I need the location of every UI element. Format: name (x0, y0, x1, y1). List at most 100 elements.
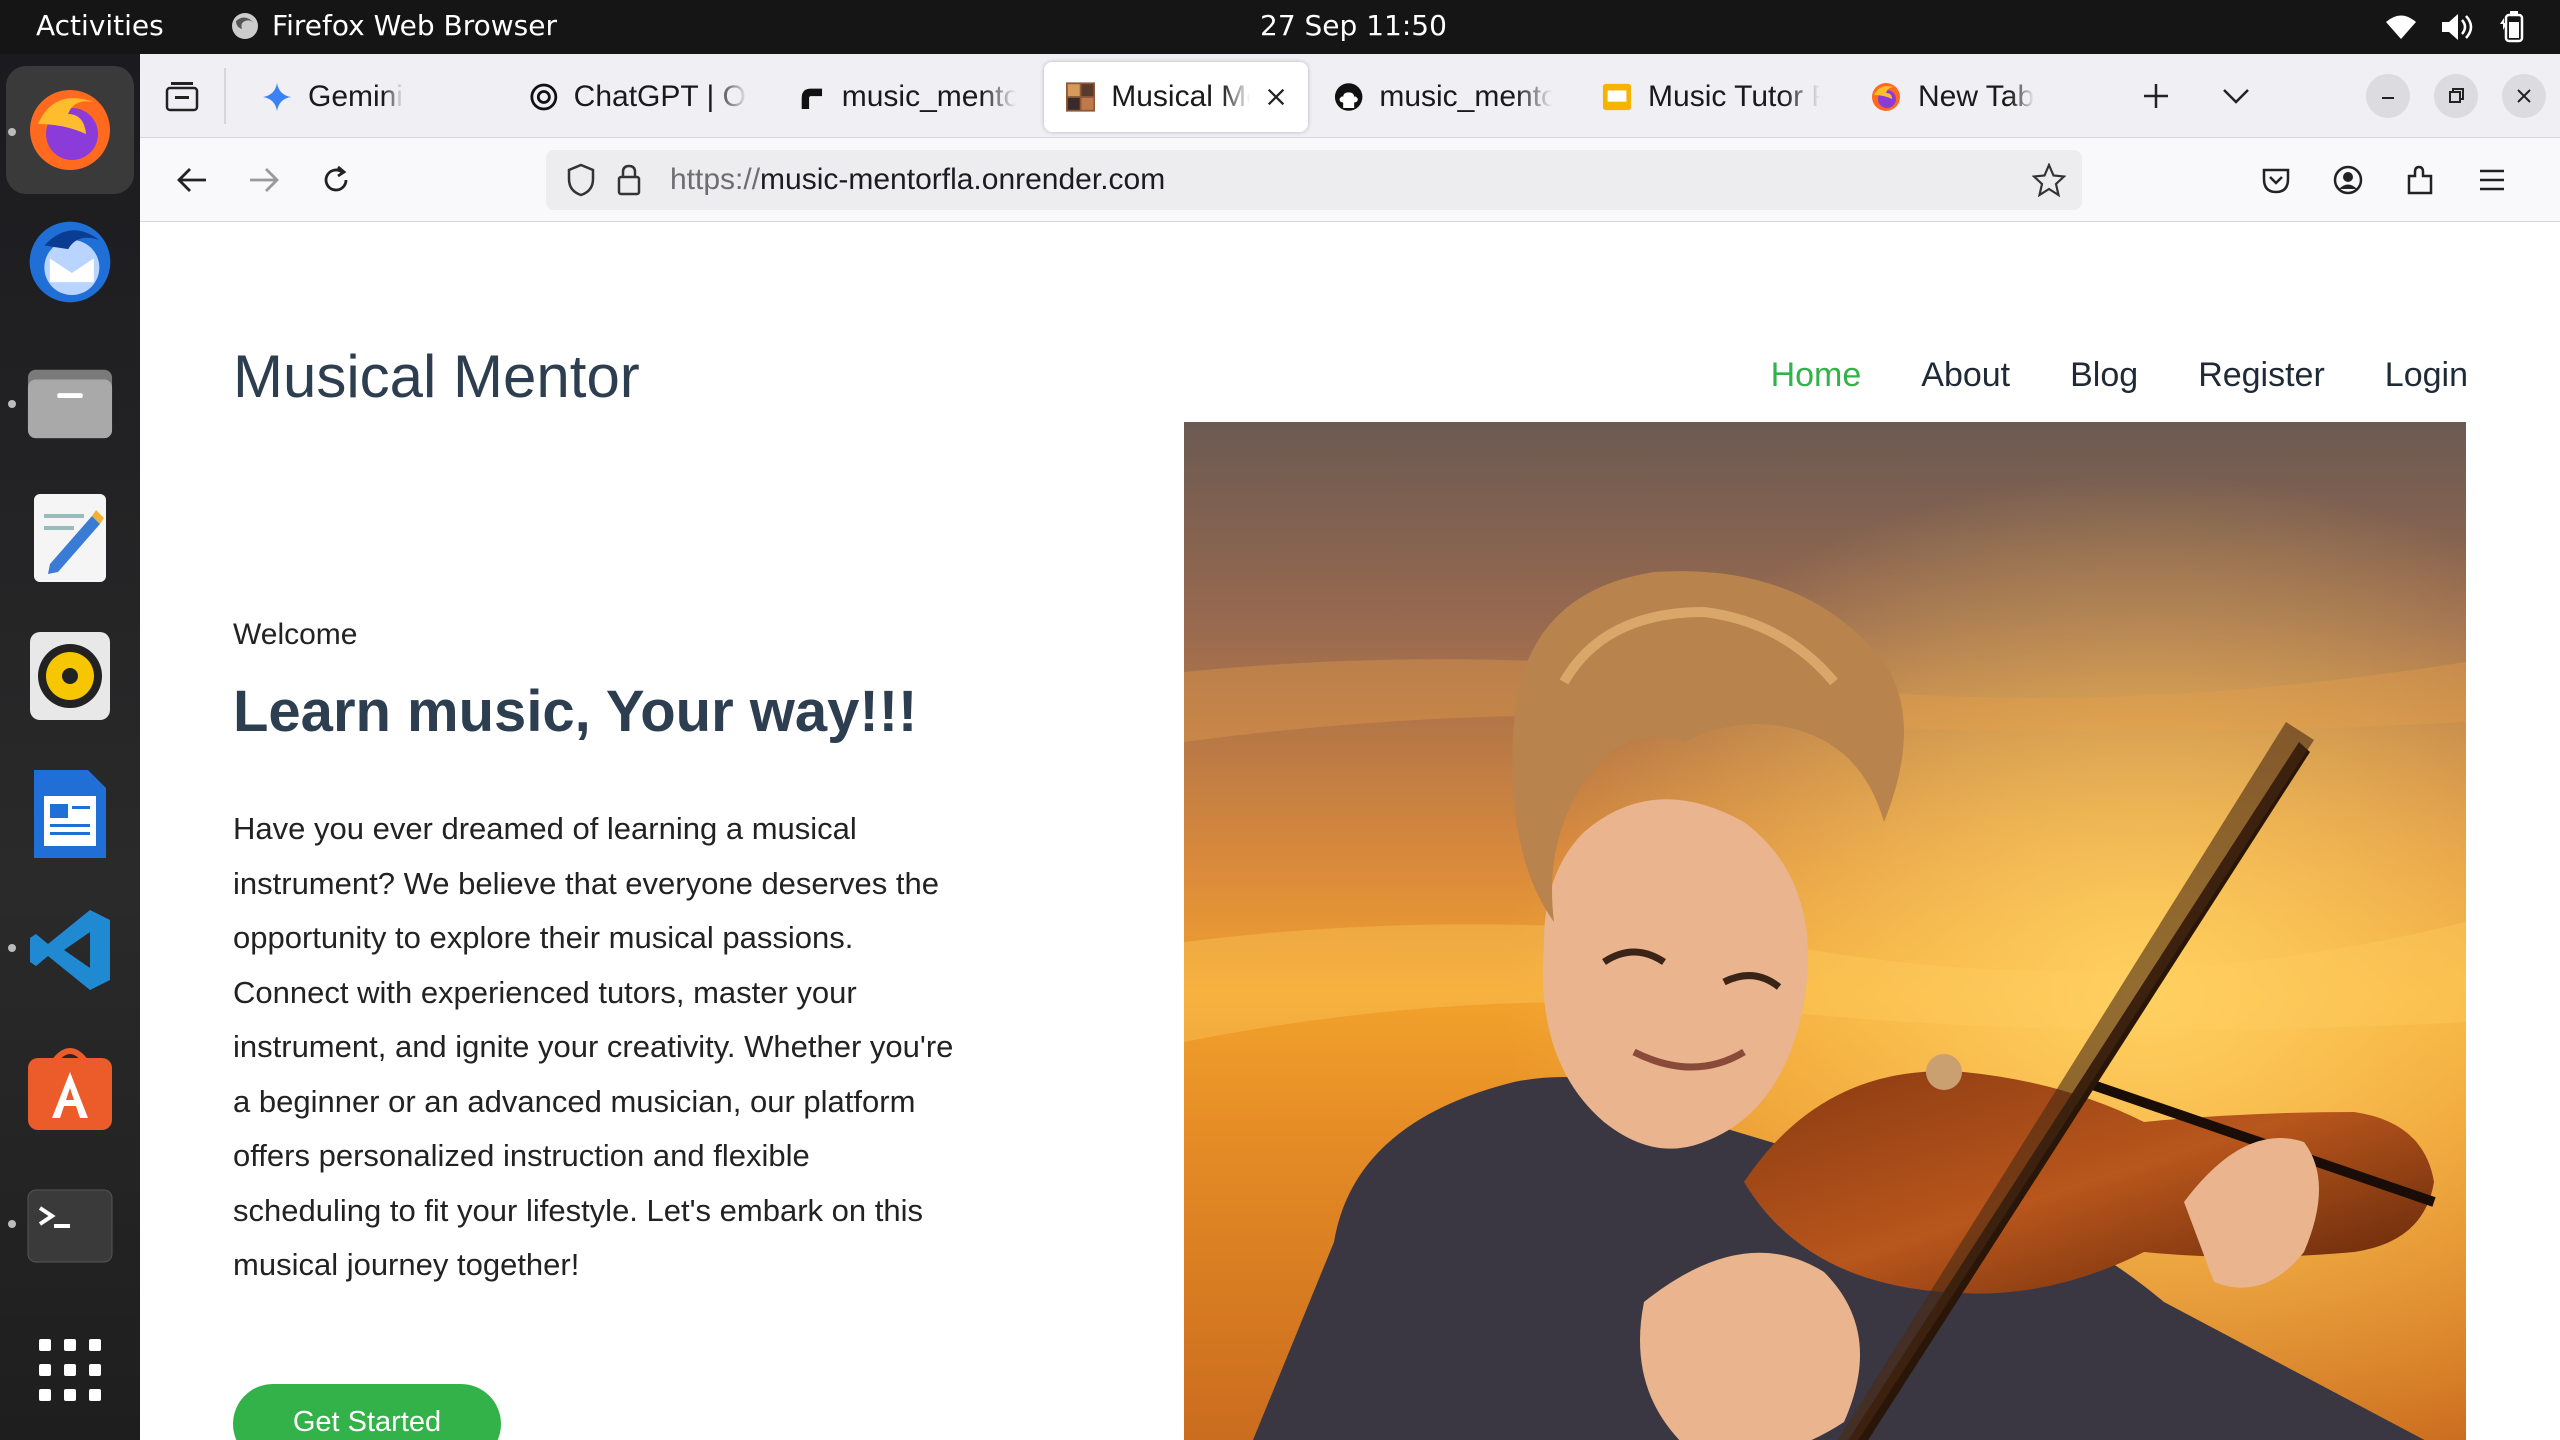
url-scheme: https:// (670, 163, 761, 196)
tab-musical-mentor[interactable]: Musical Me (1044, 62, 1308, 132)
tab-label: Musical Me (1111, 80, 1250, 113)
puzzle-icon (2407, 165, 2433, 195)
tab-render[interactable]: music_mentor (776, 62, 1038, 132)
reload-icon (324, 165, 348, 192)
tracking-shield-icon[interactable] (566, 163, 596, 197)
maximize-button[interactable] (2434, 74, 2478, 118)
tab-github[interactable]: music_mentor (1312, 62, 1574, 132)
plus-icon (2144, 84, 2168, 108)
url-host: music-mentorfla.onrender.com (760, 163, 1166, 196)
list-all-tabs-button[interactable] (2214, 74, 2258, 118)
forward-button[interactable] (242, 158, 286, 202)
url-bar[interactable]: https://music-mentorfla.onrender.com (546, 150, 2082, 210)
site-favicon (1066, 82, 1096, 112)
running-indicator (8, 1220, 16, 1228)
tab-label: music_mentor (1379, 80, 1552, 113)
chevron-down-icon (2223, 89, 2249, 104)
hero-image (1184, 422, 2466, 1440)
vscode-icon (30, 910, 110, 990)
get-started-button[interactable]: Get Started (233, 1384, 501, 1440)
web-page: Musical Mentor Home About Blog Register … (140, 222, 2560, 1440)
site-nav: Home About Blog Register Login (1771, 356, 2468, 395)
reload-button[interactable] (314, 158, 358, 202)
dock-text-editor[interactable] (26, 494, 114, 582)
wifi-icon (2386, 15, 2416, 39)
running-indicator (8, 944, 16, 952)
firefox-small-icon (232, 12, 258, 39)
minimize-button[interactable] (2366, 74, 2410, 118)
welcome-label: Welcome (233, 618, 358, 651)
dock-writer[interactable] (26, 770, 114, 858)
rhythmbox-icon (30, 632, 110, 720)
tab-label: Gemini (308, 80, 404, 113)
writer-icon (34, 770, 106, 858)
system-top-bar: Activities Firefox Web Browser 27 Sep 11… (0, 0, 2560, 54)
files-icon (27, 369, 113, 439)
browser-window: Gemini ChatGPT | Op music_mentor Musical… (140, 54, 2560, 1440)
site-brand[interactable]: Musical Mentor (233, 342, 640, 411)
navigation-toolbar: https://music-mentorfla.onrender.com (140, 138, 2560, 222)
minimize-icon (2382, 97, 2394, 99)
firefox-icon (30, 90, 110, 170)
tab-label: Music Tutor P (1648, 80, 1820, 113)
show-apps-button[interactable] (26, 1326, 114, 1414)
nav-register[interactable]: Register (2198, 356, 2325, 395)
app-menu[interactable]: Firefox Web Browser (230, 9, 557, 42)
extensions-button[interactable] (2398, 158, 2442, 202)
system-tray[interactable] (2384, 10, 2530, 44)
dock-thunderbird[interactable] (26, 218, 114, 306)
tab-new-tab[interactable]: New Tab (1848, 62, 2110, 132)
tab-chatgpt[interactable]: ChatGPT | Op (508, 62, 770, 132)
app-center-icon (28, 1048, 112, 1130)
tab-label: New Tab (1918, 80, 2035, 113)
url-text[interactable]: https://music-mentorfla.onrender.com (670, 163, 1165, 197)
tab-gemini[interactable]: Gemini (240, 62, 500, 132)
dock-terminal[interactable] (26, 1182, 114, 1270)
nav-home[interactable]: Home (1771, 356, 1862, 395)
tab-label: music_mentor (841, 80, 1016, 113)
firefox-view-button[interactable] (160, 74, 204, 118)
app-name: Firefox Web Browser (272, 9, 557, 42)
hero-headline: Learn music, Your way!!! (233, 679, 918, 744)
firefox-icon (1872, 83, 1900, 111)
dock-rhythmbox[interactable] (26, 632, 114, 720)
slides-icon (1602, 83, 1632, 111)
violin-boy-illustration (1184, 422, 2466, 1440)
arrow-right-icon (250, 168, 279, 192)
app-grid-icon (39, 1339, 101, 1401)
pocket-button[interactable] (2254, 158, 2298, 202)
dock (0, 54, 140, 1440)
new-tab-button[interactable] (2134, 74, 2178, 118)
close-window-button[interactable] (2502, 74, 2546, 118)
bookmark-star-icon[interactable] (2032, 163, 2066, 197)
text-editor-icon (34, 494, 106, 582)
dock-files[interactable] (26, 356, 114, 444)
terminal-icon (27, 1189, 113, 1263)
nav-blog[interactable]: Blog (2070, 356, 2138, 395)
tab-label: ChatGPT | Op (573, 80, 748, 113)
back-button[interactable] (170, 158, 214, 202)
account-button[interactable] (2326, 158, 2370, 202)
render-icon (801, 88, 823, 110)
account-icon (2333, 165, 2363, 195)
dock-firefox[interactable] (6, 66, 134, 194)
hamburger-menu-icon (2480, 169, 2504, 191)
close-icon (2517, 89, 2531, 103)
gemini-icon (263, 83, 291, 111)
app-menu-button[interactable] (2470, 158, 2514, 202)
tab-slides[interactable]: Music Tutor P (1580, 62, 1842, 132)
hero-paragraph: Have you ever dreamed of learning a musi… (233, 811, 954, 1282)
openai-icon (530, 83, 558, 111)
dock-vscode[interactable] (26, 906, 114, 994)
nav-login[interactable]: Login (2385, 356, 2468, 395)
lock-icon[interactable] (616, 163, 642, 197)
close-tab-icon[interactable] (1266, 86, 1286, 108)
thunderbird-icon (29, 221, 111, 303)
activities-button[interactable]: Activities (36, 9, 164, 42)
arrow-left-icon (177, 168, 206, 192)
dock-app-center[interactable] (26, 1044, 114, 1132)
nav-about[interactable]: About (1921, 356, 2010, 395)
pocket-icon (2262, 168, 2290, 194)
clock[interactable]: 27 Sep 11:50 (1260, 9, 1447, 42)
battery-icon (2500, 11, 2524, 43)
